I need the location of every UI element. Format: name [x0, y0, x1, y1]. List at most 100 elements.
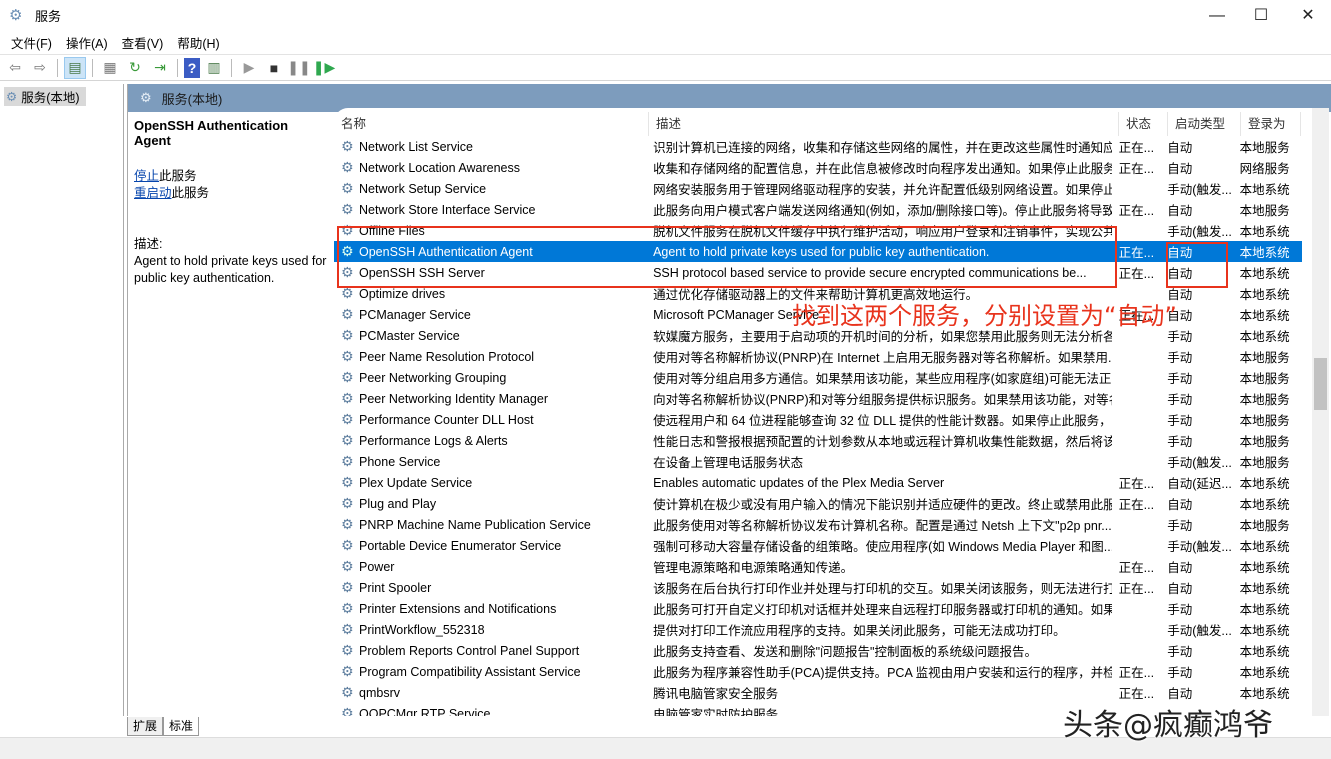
service-log-on-as: 本地服务 — [1233, 200, 1302, 219]
annotation-text: 找到这两个服务，分别设置为“自动” — [792, 296, 1177, 331]
show-action-pane-icon[interactable]: ▥ — [203, 57, 225, 79]
service-row[interactable]: ⚙Power管理电源策略和电源策略通知传递。正在...自动本地系统 — [334, 556, 1302, 577]
service-name: ⚙QQPCMgr RTP Service — [334, 705, 646, 716]
service-name-text: Network Location Awareness — [359, 161, 520, 175]
pause-service-icon[interactable]: ❚❚ — [288, 57, 310, 79]
service-description: 网络安装服务用于管理网络驱动程序的安装，并允许配置低级别网络设置。如果停止... — [646, 179, 1112, 198]
service-row[interactable]: ⚙PrintWorkflow_552318提供对打印工作流应用程序的支持。如果关… — [334, 619, 1302, 640]
service-name-text: Phone Service — [359, 455, 440, 469]
service-log-on-as: 本地服务 — [1233, 368, 1302, 387]
close-button[interactable]: ✕ — [1285, 0, 1331, 31]
services-list: 名称 描述 状态 启动类型 登录为 ⚙Network List Service识… — [334, 108, 1312, 716]
start-service-icon[interactable]: ▶ — [238, 57, 260, 79]
service-name: ⚙Network Setup Service — [334, 180, 646, 197]
menu-help[interactable]: 帮助(H) — [170, 33, 226, 52]
service-description: 电脑管家实时防护服务 — [646, 704, 1112, 716]
service-name-text: Power — [359, 560, 394, 574]
service-name: ⚙Plug and Play — [334, 495, 646, 512]
service-row[interactable]: ⚙Peer Name Resolution Protocol使用对等名称解析协议… — [334, 346, 1302, 367]
service-row[interactable]: ⚙Performance Counter DLL Host使远程用户和 64 位… — [334, 409, 1302, 430]
service-row[interactable]: ⚙Plug and Play使计算机在极少或没有用户输入的情况下能识别并适应硬件… — [334, 493, 1302, 514]
service-row[interactable]: ⚙Performance Logs & Alerts性能日志和警报根据预配置的计… — [334, 430, 1302, 451]
gear-icon: ⚙ — [6, 89, 17, 104]
column-header-description[interactable]: 描述 — [649, 112, 1119, 136]
restart-service-icon[interactable]: ❚▶ — [313, 57, 335, 79]
tab-extended[interactable]: 扩展 — [127, 717, 163, 736]
service-log-on-as: 本地系统 — [1233, 305, 1302, 324]
service-row[interactable]: ⚙Network Setup Service网络安装服务用于管理网络驱动程序的安… — [334, 178, 1302, 199]
service-startup-type: 手动 — [1160, 389, 1232, 408]
tab-standard[interactable]: 标准 — [163, 717, 199, 736]
stop-service-icon[interactable]: ■ — [263, 57, 285, 79]
service-row[interactable]: ⚙Print Spooler该服务在后台执行打印作业并处理与打印机的交互。如果关… — [334, 577, 1302, 598]
export-list-icon[interactable]: ⇥ — [149, 57, 171, 79]
divider — [231, 59, 232, 77]
service-name: ⚙Peer Networking Identity Manager — [334, 390, 646, 407]
service-name: ⚙Performance Counter DLL Host — [334, 411, 646, 428]
service-log-on-as: 本地系统 — [1233, 578, 1302, 597]
service-gear-icon: ⚙ — [341, 411, 356, 428]
service-log-on-as: 本地服务 — [1233, 452, 1302, 471]
minimize-button[interactable]: — — [1194, 0, 1240, 31]
service-row[interactable]: ⚙Network Location Awareness收集和存储网络的配置信息，… — [334, 157, 1302, 178]
refresh-icon[interactable]: ↻ — [124, 57, 146, 79]
services-pane: ⚙ 服务(本地) OpenSSH Authentication Agent 停止… — [127, 84, 1331, 716]
scrollbar-thumb[interactable] — [1314, 358, 1327, 410]
service-description: 识别计算机已连接的网络，收集和存储这些网络的属性，并在更改这些属性时通知应... — [646, 137, 1112, 156]
service-row[interactable]: ⚙Phone Service在设备上管理电话服务状态手动(触发...本地服务 — [334, 451, 1302, 472]
column-header-name[interactable]: 名称 — [334, 112, 649, 136]
pane-header-title: 服务(本地) — [162, 89, 223, 108]
menu-view[interactable]: 查看(V) — [115, 33, 171, 52]
menu-action[interactable]: 操作(A) — [59, 33, 115, 52]
service-row[interactable]: ⚙Network List Service识别计算机已连接的网络，收集和存储这些… — [334, 136, 1302, 157]
service-row[interactable]: ⚙Printer Extensions and Notifications此服务… — [334, 598, 1302, 619]
show-hide-console-tree-icon[interactable]: ▤ — [64, 57, 86, 79]
service-name-text: Performance Counter DLL Host — [359, 413, 534, 427]
service-row[interactable]: ⚙Peer Networking Identity Manager向对等名称解析… — [334, 388, 1302, 409]
service-name: ⚙PNRP Machine Name Publication Service — [334, 516, 646, 533]
service-gear-icon: ⚙ — [341, 201, 356, 218]
menu-file[interactable]: 文件(F) — [4, 33, 59, 52]
service-row[interactable]: ⚙Portable Device Enumerator Service强制可移动… — [334, 535, 1302, 556]
service-log-on-as: 本地系统 — [1233, 473, 1302, 492]
service-description: Enables automatic updates of the Plex Me… — [646, 476, 1112, 490]
service-row[interactable]: ⚙Program Compatibility Assistant Service… — [334, 661, 1302, 682]
vertical-scrollbar[interactable] — [1312, 108, 1329, 716]
link-suffix: 此服务 — [159, 169, 197, 183]
help-icon[interactable]: ? — [184, 58, 200, 78]
service-name-text: Performance Logs & Alerts — [359, 434, 508, 448]
service-gear-icon: ⚙ — [341, 390, 356, 407]
service-gear-icon: ⚙ — [341, 537, 356, 554]
service-log-on-as: 本地服务 — [1233, 431, 1302, 450]
service-log-on-as: 本地系统 — [1233, 221, 1302, 240]
forward-arrow-icon[interactable]: ⇨ — [29, 57, 51, 79]
service-startup-type: 自动 — [1160, 158, 1232, 177]
service-startup-type: 手动(触发... — [1160, 179, 1232, 198]
service-startup-type: 手动(触发... — [1160, 536, 1232, 555]
stop-service-link[interactable]: 停止 — [134, 169, 159, 183]
column-header-startup-type[interactable]: 启动类型 — [1168, 112, 1241, 136]
service-description: 使远程用户和 64 位进程能够查询 32 位 DLL 提供的性能计数器。如果停止… — [646, 410, 1112, 429]
service-startup-type: 手动 — [1160, 515, 1232, 534]
service-row[interactable]: ⚙Network Store Interface Service此服务向用户模式… — [334, 199, 1302, 220]
maximize-button[interactable]: ☐ — [1238, 0, 1284, 31]
service-status: 正在... — [1112, 137, 1161, 156]
service-row[interactable]: ⚙Peer Networking Grouping使用对等分组启用多方通信。如果… — [334, 367, 1302, 388]
tree-node-services-local[interactable]: ⚙ 服务(本地) — [4, 87, 86, 106]
column-header-status[interactable]: 状态 — [1119, 112, 1168, 136]
service-row[interactable]: ⚙Plex Update ServiceEnables automatic up… — [334, 472, 1302, 493]
service-log-on-as: 本地系统 — [1233, 494, 1302, 513]
restart-service-link[interactable]: 重启动 — [134, 186, 172, 200]
service-name: ⚙Phone Service — [334, 453, 646, 470]
column-header-log-on-as[interactable]: 登录为 — [1241, 112, 1301, 136]
properties-icon[interactable]: ▦ — [99, 57, 121, 79]
service-row[interactable]: ⚙Problem Reports Control Panel Support此服… — [334, 640, 1302, 661]
service-name: ⚙PrintWorkflow_552318 — [334, 621, 646, 638]
service-log-on-as: 本地系统 — [1233, 242, 1302, 261]
service-description: 收集和存储网络的配置信息，并在此信息被修改时向程序发出通知。如果停止此服务... — [646, 158, 1112, 177]
services-gear-icon: ⚙ — [9, 8, 25, 24]
service-name-text: Plug and Play — [359, 497, 436, 511]
service-row[interactable]: ⚙PNRP Machine Name Publication Service此服… — [334, 514, 1302, 535]
back-arrow-icon[interactable]: ⇦ — [4, 57, 26, 79]
service-startup-type: 手动 — [1160, 368, 1232, 387]
